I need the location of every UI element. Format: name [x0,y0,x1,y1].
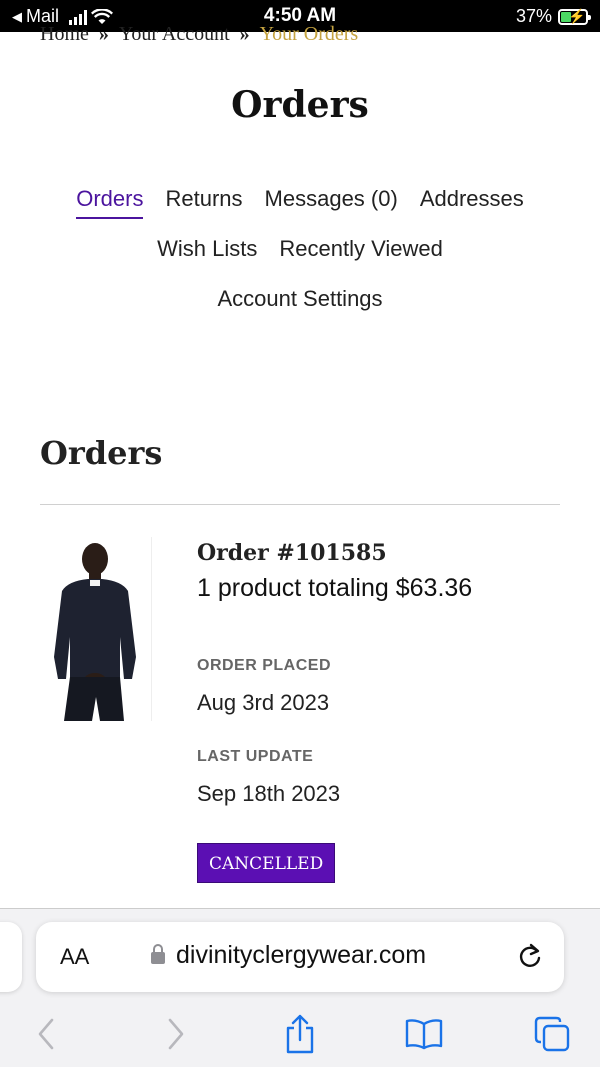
order-product-thumbnail[interactable] [40,537,152,721]
breadcrumb: Home » Your Account » Your Orders [40,23,358,46]
account-nav: Orders Returns Messages (0) Addresses Wi… [0,186,600,336]
battery-icon: ⚡ [558,8,591,25]
tab-account-settings[interactable]: Account Settings [217,286,382,336]
divider [40,504,560,505]
browser-toolbar: AA divinityclergywear.com [0,908,600,1067]
browser-nav-row [0,1009,600,1059]
last-update-label: LAST UPDATE [197,748,314,765]
back-icon[interactable] [26,1014,66,1054]
breadcrumb-home[interactable]: Home [40,23,89,46]
breadcrumb-separator: » [239,23,250,45]
order-details: Order #101585 1 product totaling $63.36 … [197,540,577,883]
share-icon[interactable] [280,1014,320,1054]
status-badge: CANCELLED [197,843,336,883]
reload-icon[interactable] [516,942,544,970]
tab-addresses[interactable]: Addresses [420,186,524,236]
previous-tab-preview[interactable] [0,922,22,992]
breadcrumb-separator: » [98,23,109,45]
order-summary: 1 product totaling $63.36 [197,574,473,602]
page-title: Orders [231,84,369,126]
text-size-button[interactable]: AA [60,944,89,970]
tabs-icon[interactable] [532,1014,572,1054]
last-update-date: Sep 18th 2023 [197,781,341,806]
url-text[interactable]: divinityclergywear.com [176,941,426,970]
tab-returns[interactable]: Returns [165,186,242,236]
order-placed-date: Aug 3rd 2023 [197,690,330,715]
breadcrumb-your-account[interactable]: Your Account [119,23,230,46]
lock-icon [151,944,165,964]
breadcrumb-current: Your Orders [259,23,359,45]
tab-messages[interactable]: Messages (0) [265,186,398,236]
address-bar[interactable]: AA divinityclergywear.com [36,922,564,992]
order-number[interactable]: Order #101585 [197,540,577,566]
forward-icon[interactable] [156,1014,196,1054]
product-image [54,543,136,721]
bookmarks-icon[interactable] [404,1014,444,1054]
tab-orders[interactable]: Orders [76,186,144,219]
battery-percent: 37% [515,6,552,26]
tab-recently-viewed[interactable]: Recently Viewed [279,236,442,286]
order-placed-label: ORDER PLACED [197,657,332,674]
tab-wish-lists[interactable]: Wish Lists [157,236,257,286]
section-title: Orders [40,434,163,472]
